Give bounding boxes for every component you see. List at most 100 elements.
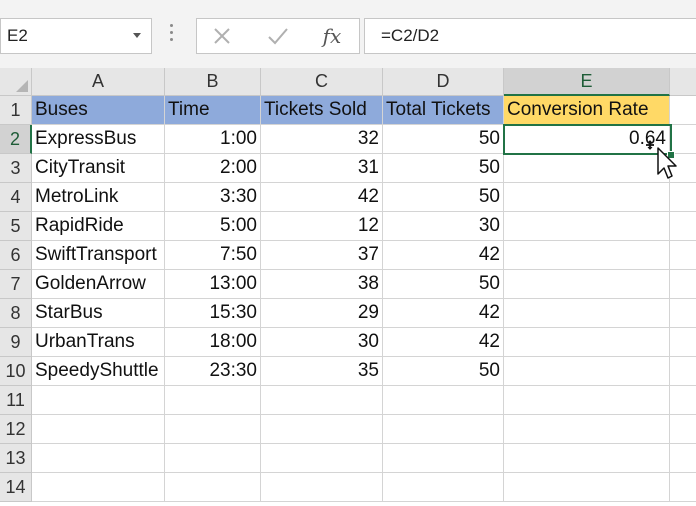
column-header-e[interactable]: E xyxy=(504,68,670,96)
cell-d13[interactable] xyxy=(383,444,504,473)
cell-c6[interactable]: 37 xyxy=(261,241,383,270)
cell-d12[interactable] xyxy=(383,415,504,444)
insert-function-icon[interactable]: fx xyxy=(317,23,347,49)
cell-b3[interactable]: 2:00 xyxy=(165,154,261,183)
cell-a2[interactable]: ExpressBus xyxy=(32,125,165,154)
row-header-14[interactable]: 14 xyxy=(0,473,32,502)
cell-d11[interactable] xyxy=(383,386,504,415)
row-header-10[interactable]: 10 xyxy=(0,357,32,386)
row-header-2[interactable]: 2 xyxy=(0,125,32,154)
cell-e8[interactable] xyxy=(504,299,670,328)
cell-c9[interactable]: 30 xyxy=(261,328,383,357)
cell-e1[interactable]: Conversion Rate xyxy=(504,96,670,125)
cell-a5[interactable]: RapidRide xyxy=(32,212,165,241)
row-header-4[interactable]: 4 xyxy=(0,183,32,212)
cell-c8[interactable]: 29 xyxy=(261,299,383,328)
cell-b8[interactable]: 15:30 xyxy=(165,299,261,328)
cell-c4[interactable]: 42 xyxy=(261,183,383,212)
cell-f12[interactable] xyxy=(670,415,696,444)
cell-f8[interactable] xyxy=(670,299,696,328)
row-header-12[interactable]: 12 xyxy=(0,415,32,444)
cell-d8[interactable]: 42 xyxy=(383,299,504,328)
cell-f4[interactable] xyxy=(670,183,696,212)
row-header-3[interactable]: 3 xyxy=(0,154,32,183)
cell-c14[interactable] xyxy=(261,473,383,502)
cell-a10[interactable]: SpeedyShuttle xyxy=(32,357,165,386)
row-header-1[interactable]: 1 xyxy=(0,96,32,125)
cell-b10[interactable]: 23:30 xyxy=(165,357,261,386)
cell-e13[interactable] xyxy=(504,444,670,473)
name-box-dropdown-icon[interactable] xyxy=(133,33,141,38)
row-header-6[interactable]: 6 xyxy=(0,241,32,270)
enter-check-icon[interactable] xyxy=(263,23,293,49)
cell-d3[interactable]: 50 xyxy=(383,154,504,183)
cell-d4[interactable]: 50 xyxy=(383,183,504,212)
row-header-9[interactable]: 9 xyxy=(0,328,32,357)
cell-b2[interactable]: 1:00 xyxy=(165,125,261,154)
select-all-corner[interactable] xyxy=(0,68,32,96)
cell-d6[interactable]: 42 xyxy=(383,241,504,270)
cell-f13[interactable] xyxy=(670,444,696,473)
cell-f9[interactable] xyxy=(670,328,696,357)
row-header-11[interactable]: 11 xyxy=(0,386,32,415)
cell-a11[interactable] xyxy=(32,386,165,415)
cell-e10[interactable] xyxy=(504,357,670,386)
cell-f14[interactable] xyxy=(670,473,696,502)
cell-f6[interactable] xyxy=(670,241,696,270)
cell-e14[interactable] xyxy=(504,473,670,502)
cell-d14[interactable] xyxy=(383,473,504,502)
cell-b5[interactable]: 5:00 xyxy=(165,212,261,241)
cell-d5[interactable]: 30 xyxy=(383,212,504,241)
cell-a12[interactable] xyxy=(32,415,165,444)
row-header-7[interactable]: 7 xyxy=(0,270,32,299)
cell-c2[interactable]: 32 xyxy=(261,125,383,154)
cell-f10[interactable] xyxy=(670,357,696,386)
cell-d1[interactable]: Total Tickets xyxy=(383,96,504,125)
cell-e6[interactable] xyxy=(504,241,670,270)
cell-e12[interactable] xyxy=(504,415,670,444)
cell-a1[interactable]: Buses xyxy=(32,96,165,125)
cell-e5[interactable] xyxy=(504,212,670,241)
cell-b6[interactable]: 7:50 xyxy=(165,241,261,270)
row-header-5[interactable]: 5 xyxy=(0,212,32,241)
cell-c7[interactable]: 38 xyxy=(261,270,383,299)
cell-b9[interactable]: 18:00 xyxy=(165,328,261,357)
cell-c10[interactable]: 35 xyxy=(261,357,383,386)
cell-a3[interactable]: CityTransit xyxy=(32,154,165,183)
cell-c13[interactable] xyxy=(261,444,383,473)
cell-e9[interactable] xyxy=(504,328,670,357)
drag-handle-icon[interactable] xyxy=(170,24,174,46)
cell-b4[interactable]: 3:30 xyxy=(165,183,261,212)
cell-a4[interactable]: MetroLink xyxy=(32,183,165,212)
cell-b1[interactable]: Time xyxy=(165,96,261,125)
cell-c12[interactable] xyxy=(261,415,383,444)
cell-a7[interactable]: GoldenArrow xyxy=(32,270,165,299)
formula-input[interactable]: =C2/D2 xyxy=(364,18,696,54)
cell-c5[interactable]: 12 xyxy=(261,212,383,241)
column-header-b[interactable]: B xyxy=(165,68,261,96)
cell-c3[interactable]: 31 xyxy=(261,154,383,183)
cell-f11[interactable] xyxy=(670,386,696,415)
cell-e4[interactable] xyxy=(504,183,670,212)
cell-b11[interactable] xyxy=(165,386,261,415)
cancel-icon[interactable] xyxy=(207,23,237,49)
cell-b13[interactable] xyxy=(165,444,261,473)
cell-d9[interactable]: 42 xyxy=(383,328,504,357)
cell-d10[interactable]: 50 xyxy=(383,357,504,386)
row-header-8[interactable]: 8 xyxy=(0,299,32,328)
cell-a6[interactable]: SwiftTransport xyxy=(32,241,165,270)
cell-e7[interactable] xyxy=(504,270,670,299)
cell-a13[interactable] xyxy=(32,444,165,473)
cell-f7[interactable] xyxy=(670,270,696,299)
cell-a9[interactable]: UrbanTrans xyxy=(32,328,165,357)
cell-a8[interactable]: StarBus xyxy=(32,299,165,328)
column-header-c[interactable]: C xyxy=(261,68,383,96)
cell-d7[interactable]: 50 xyxy=(383,270,504,299)
cell-e11[interactable] xyxy=(504,386,670,415)
cell-b7[interactable]: 13:00 xyxy=(165,270,261,299)
column-header-d[interactable]: D xyxy=(383,68,504,96)
cell-c1[interactable]: Tickets Sold xyxy=(261,96,383,125)
cell-f5[interactable] xyxy=(670,212,696,241)
cell-c11[interactable] xyxy=(261,386,383,415)
cell-f1[interactable] xyxy=(670,96,696,125)
